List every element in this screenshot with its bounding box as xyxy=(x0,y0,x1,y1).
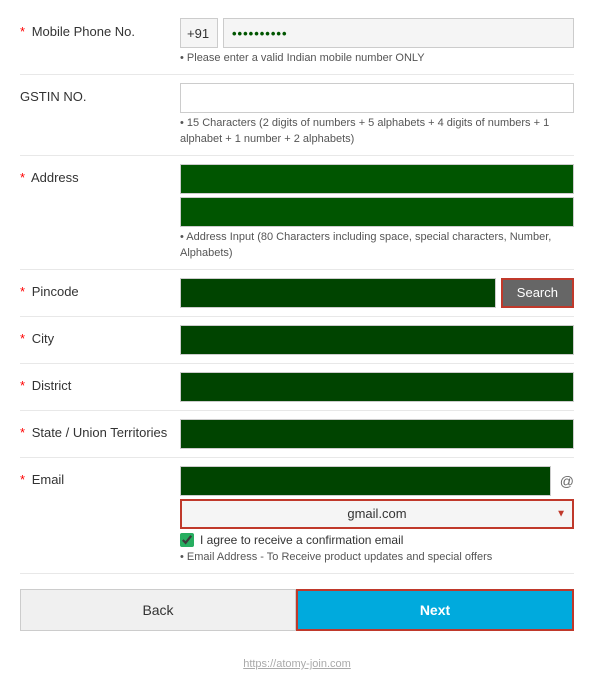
district-input[interactable] xyxy=(180,372,574,402)
state-field xyxy=(180,419,574,449)
pincode-row: * Pincode Search xyxy=(20,270,574,317)
pincode-input-group: Search xyxy=(180,278,574,308)
pincode-field: Search xyxy=(180,278,574,308)
gstin-row: GSTIN NO. • 15 Characters (2 digits of n… xyxy=(20,75,574,156)
required-star-pincode: * xyxy=(20,284,25,299)
pincode-input[interactable] xyxy=(180,278,496,308)
mobile-prefix: +91 xyxy=(180,18,218,48)
email-field: @ gmail.com yahoo.com outlook.com hotmai… xyxy=(180,466,574,565)
mobile-input[interactable] xyxy=(223,18,574,48)
city-input[interactable] xyxy=(180,325,574,355)
registration-form: * Mobile Phone No. +91 • Please enter a … xyxy=(0,0,594,651)
search-button[interactable]: Search xyxy=(501,278,574,308)
email-part1-group: @ xyxy=(180,466,574,496)
required-star-address: * xyxy=(20,170,25,185)
mobile-input-group: +91 xyxy=(180,18,574,48)
watermark: https://atomy-join.com xyxy=(243,658,351,670)
mobile-field: +91 • Please enter a valid Indian mobile… xyxy=(180,18,574,66)
at-symbol: @ xyxy=(556,473,574,489)
address-row: * Address • Address Input (80 Characters… xyxy=(20,156,574,270)
district-field xyxy=(180,372,574,402)
email-domain-wrapper: gmail.com yahoo.com outlook.com hotmail.… xyxy=(180,499,574,529)
email-consent-row: I agree to receive a confirmation email xyxy=(180,533,574,547)
address-line2-input[interactable] xyxy=(180,197,574,227)
gstin-label: GSTIN NO. xyxy=(20,83,180,104)
gstin-input[interactable] xyxy=(180,83,574,113)
required-star-email: * xyxy=(20,472,25,487)
email-label: * Email xyxy=(20,466,180,487)
address-line1-input[interactable] xyxy=(180,164,574,194)
gstin-hint: • 15 Characters (2 digits of numbers + 5… xyxy=(180,116,574,147)
city-label: * City xyxy=(20,325,180,346)
mobile-hint: • Please enter a valid Indian mobile num… xyxy=(180,51,574,66)
district-label: * District xyxy=(20,372,180,393)
address-hint: • Address Input (80 Characters including… xyxy=(180,230,574,261)
state-row: * State / Union Territories xyxy=(20,411,574,458)
email-consent-label: I agree to receive a confirmation email xyxy=(200,533,403,547)
mobile-label: * Mobile Phone No. xyxy=(20,18,180,39)
footer-buttons: Back Next xyxy=(20,589,574,631)
city-row: * City xyxy=(20,317,574,364)
email-row: * Email @ gmail.com yahoo.com outlook.co… xyxy=(20,458,574,574)
required-star-state: * xyxy=(20,425,25,440)
address-label: * Address xyxy=(20,164,180,185)
email-domain-select[interactable]: gmail.com yahoo.com outlook.com hotmail.… xyxy=(180,499,574,529)
state-input[interactable] xyxy=(180,419,574,449)
state-label: * State / Union Territories xyxy=(20,419,180,440)
email-username-input[interactable] xyxy=(180,466,551,496)
mobile-phone-row: * Mobile Phone No. +91 • Please enter a … xyxy=(20,10,574,75)
address-field: • Address Input (80 Characters including… xyxy=(180,164,574,261)
email-hint: • Email Address - To Receive product upd… xyxy=(180,550,574,565)
district-row: * District xyxy=(20,364,574,411)
gstin-field: • 15 Characters (2 digits of numbers + 5… xyxy=(180,83,574,147)
email-consent-checkbox[interactable] xyxy=(180,533,194,547)
next-button[interactable]: Next xyxy=(296,589,574,631)
city-field xyxy=(180,325,574,355)
required-star: * xyxy=(20,24,25,39)
pincode-label: * Pincode xyxy=(20,278,180,299)
required-star-district: * xyxy=(20,378,25,393)
required-star-city: * xyxy=(20,331,25,346)
back-button[interactable]: Back xyxy=(20,589,296,631)
